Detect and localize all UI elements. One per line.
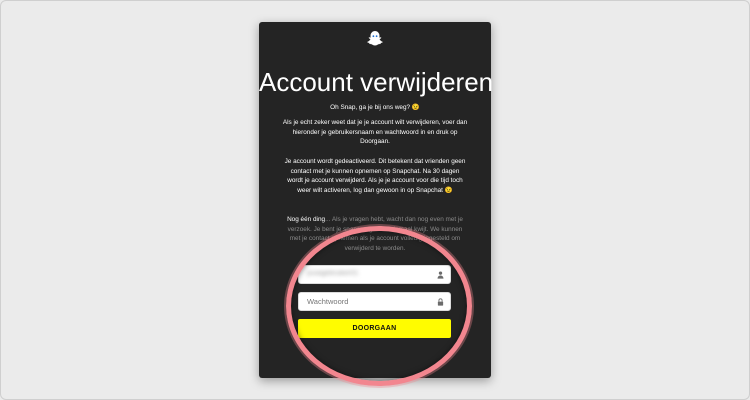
continue-button[interactable]: DOORGAAN (298, 319, 451, 338)
password-placeholder: Wachtwoord (307, 297, 349, 306)
password-field[interactable]: Wachtwoord (298, 292, 451, 311)
extra-info-visible: Nog één ding (287, 216, 326, 223)
instruction-text: Als je echt zeker weet dat je je account… (282, 119, 468, 146)
deactivation-info-text: Je account wordt gedeactiveerd. Dit bete… (284, 158, 466, 194)
extra-info-text: Nog één ding... Als je vragen hebt, wach… (282, 215, 468, 253)
username-value: jouwgebruiker01 (307, 270, 359, 277)
intro-text: Oh Snap, ga je bij ons weg? 😉 (330, 104, 420, 111)
snapchat-ghost-icon (367, 30, 383, 46)
user-icon (437, 271, 444, 279)
page-title: Account verwijderen (259, 67, 494, 97)
username-field[interactable]: jouwgebruiker01 (298, 265, 451, 284)
lock-icon (437, 298, 444, 306)
